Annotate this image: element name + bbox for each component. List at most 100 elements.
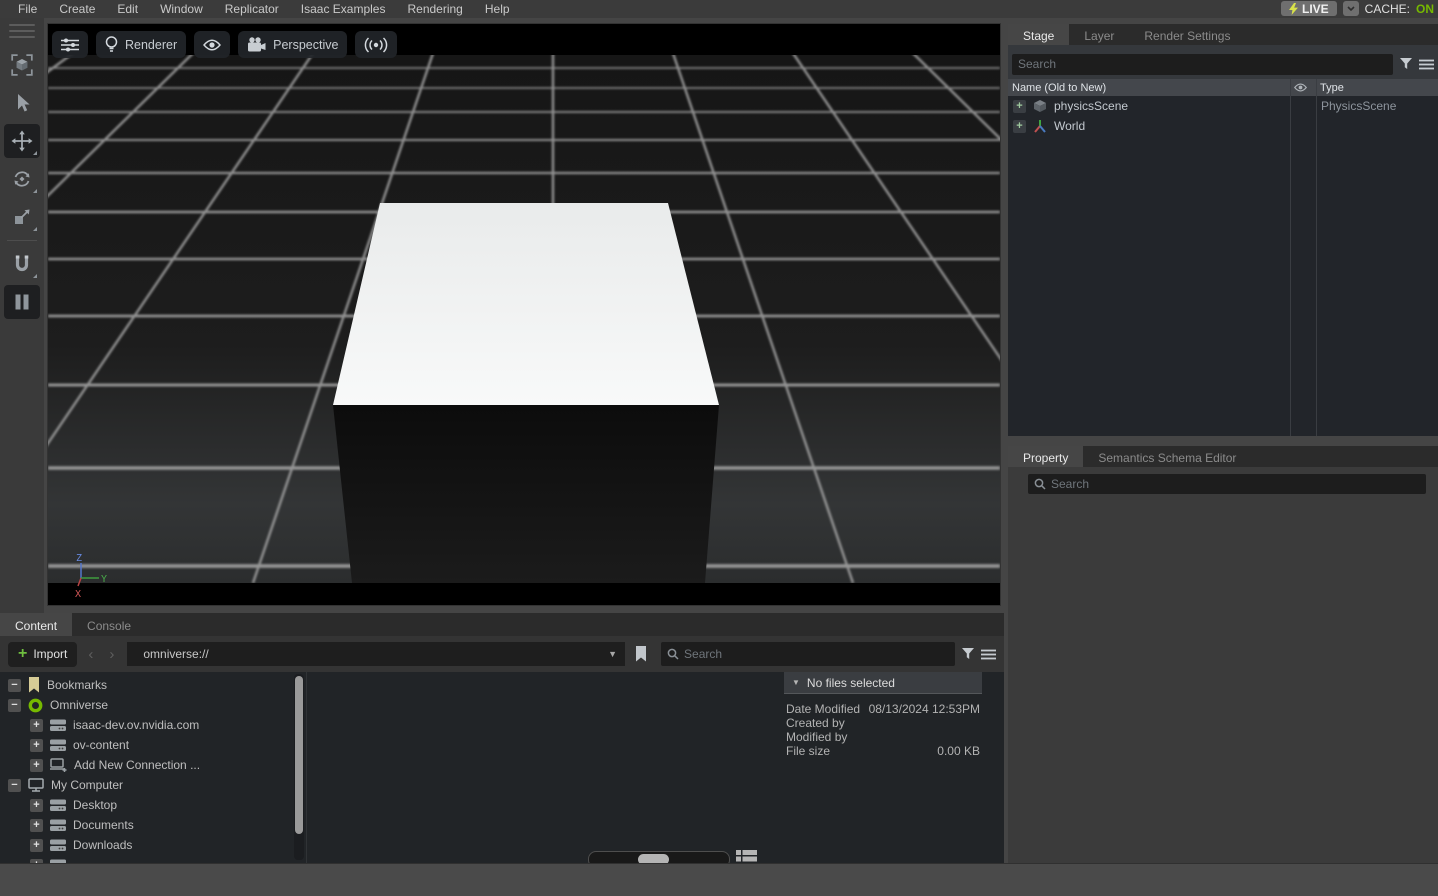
bookmark-icon [28,677,40,693]
cube-mesh [333,203,719,583]
viewport-canvas: Z Y X [48,24,1000,605]
expand-toggle[interactable]: + [30,739,43,752]
visibility-button[interactable] [194,31,230,58]
nav-back-button[interactable]: ‹ [83,646,98,663]
live-button[interactable]: LIVE [1281,1,1337,16]
tree-item-label: Bookmarks [47,678,107,692]
frame-selection-button[interactable] [4,48,40,82]
column-name-header[interactable]: Name (Old to New) [1008,82,1290,94]
tab-render-settings[interactable]: Render Settings [1129,24,1245,45]
tree-item-downloads[interactable]: + Downloads [0,835,293,855]
column-type-header[interactable]: Type [1316,82,1438,94]
collapse-toggle[interactable]: − [8,779,21,792]
select-tool-button[interactable] [4,86,40,120]
move-tool-button[interactable] [4,124,40,158]
menu-window[interactable]: Window [150,1,213,17]
expand-toggle[interactable]: + [30,799,43,812]
tab-content[interactable]: Content [0,613,72,636]
expand-toggle[interactable]: + [30,719,43,732]
menu-rendering[interactable]: Rendering [397,1,472,17]
stage-filter-button[interactable] [1399,58,1413,70]
stage-search-input[interactable] [1018,57,1387,71]
nav-forward-button[interactable]: › [104,646,119,663]
renderer-label: Renderer [125,38,177,52]
move-icon [11,130,33,152]
triangle-down-icon: ▼ [792,678,800,687]
path-input[interactable] [135,647,608,661]
stage-tabbar: Stage Layer Render Settings [1008,24,1438,45]
live-dropdown-button[interactable] [1343,1,1359,16]
tree-item-omniverse[interactable]: − Omniverse [0,695,293,715]
import-button[interactable]: + Import [8,642,77,667]
detail-date-modified: Date Modified 08/13/2024 12:53PM [784,702,982,716]
file-grid-area[interactable] [306,672,784,863]
tab-layer[interactable]: Layer [1069,24,1129,45]
expand-toggle[interactable]: + [30,759,43,772]
expand-toggle[interactable]: + [30,819,43,832]
details-header[interactable]: ▼ No files selected [784,672,982,694]
snap-flyout-mark [33,274,37,278]
bookmark-button[interactable] [635,646,647,662]
sliders-icon [61,38,79,52]
menu-isaac-examples[interactable]: Isaac Examples [291,1,396,17]
plus-icon: + [18,647,27,661]
cache-label: CACHE: [1365,2,1410,16]
tree-item-isaac-dev[interactable]: + isaac-dev.ov.nvidia.com [0,715,293,735]
cursor-icon [11,92,33,114]
menu-replicator[interactable]: Replicator [215,1,289,17]
tab-console[interactable]: Console [72,613,146,636]
stage-row-physicsscene[interactable]: + physicsScene PhysicsScene [1008,96,1438,116]
tree-item-label: ov-content [73,738,129,752]
rotate-tool-button[interactable] [4,162,40,196]
tree-item-partial[interactable]: + [0,855,293,863]
tab-property[interactable]: Property [1008,446,1083,467]
viewport-3d[interactable]: Z Y X Renderer [48,24,1000,605]
tree-item-ov-content[interactable]: + ov-content [0,735,293,755]
tree-item-my-computer[interactable]: − My Computer [0,775,293,795]
content-search-input[interactable] [684,647,949,661]
menu-help[interactable]: Help [475,1,520,17]
move-flyout-mark [33,151,37,155]
pause-button[interactable] [4,285,40,319]
details-header-label: No files selected [807,676,895,690]
tab-semantics-schema-editor[interactable]: Semantics Schema Editor [1083,446,1251,467]
menu-edit[interactable]: Edit [107,1,148,17]
prim-name: World [1054,119,1085,133]
menu-file[interactable]: File [8,1,47,17]
expand-toggle[interactable]: + [30,839,43,852]
menu-create[interactable]: Create [49,1,105,17]
tree-item-bookmarks[interactable]: − Bookmarks [0,675,293,695]
viewport-options-button[interactable] [52,31,88,58]
tree-item-label: isaac-dev.ov.nvidia.com [73,718,199,732]
path-dropdown-button[interactable]: ▼ [608,649,617,659]
renderer-button[interactable]: Renderer [96,31,186,58]
tab-stage[interactable]: Stage [1008,24,1069,45]
property-search-input[interactable] [1051,477,1420,491]
status-bar [0,863,1438,896]
tree-item-add-new-connection[interactable]: + Add New Connection ... [0,755,293,775]
axis-y-label: Y [101,574,107,585]
tree-item-desktop[interactable]: + Desktop [0,795,293,815]
toolbar-grip-handle[interactable] [9,24,35,38]
camera-button[interactable]: Perspective [238,31,347,58]
tree-scrollbar-track[interactable] [294,674,304,860]
hamburger-menu-icon [1419,59,1434,70]
broadcast-button[interactable] [355,31,397,58]
stage-row-world[interactable]: + World [1008,116,1438,136]
prim-cube-icon [1032,98,1048,114]
stage-search-box [1012,54,1393,75]
tree-scrollbar-thumb[interactable] [295,676,303,834]
column-visibility-header[interactable] [1290,83,1316,92]
stage-options-button[interactable] [1419,59,1434,70]
collapse-toggle[interactable]: − [8,699,21,712]
expand-toggle[interactable]: + [1013,120,1026,133]
content-filter-button[interactable] [961,648,975,660]
expand-toggle[interactable]: + [1013,100,1026,113]
content-options-button[interactable] [981,649,996,660]
folder-tree: − Bookmarks − Omniverse + [0,675,293,863]
scale-tool-button[interactable] [4,200,40,234]
frame-cube-icon [10,53,34,77]
collapse-toggle[interactable]: − [8,679,21,692]
snap-tool-button[interactable] [4,247,40,281]
tree-item-documents[interactable]: + Documents [0,815,293,835]
